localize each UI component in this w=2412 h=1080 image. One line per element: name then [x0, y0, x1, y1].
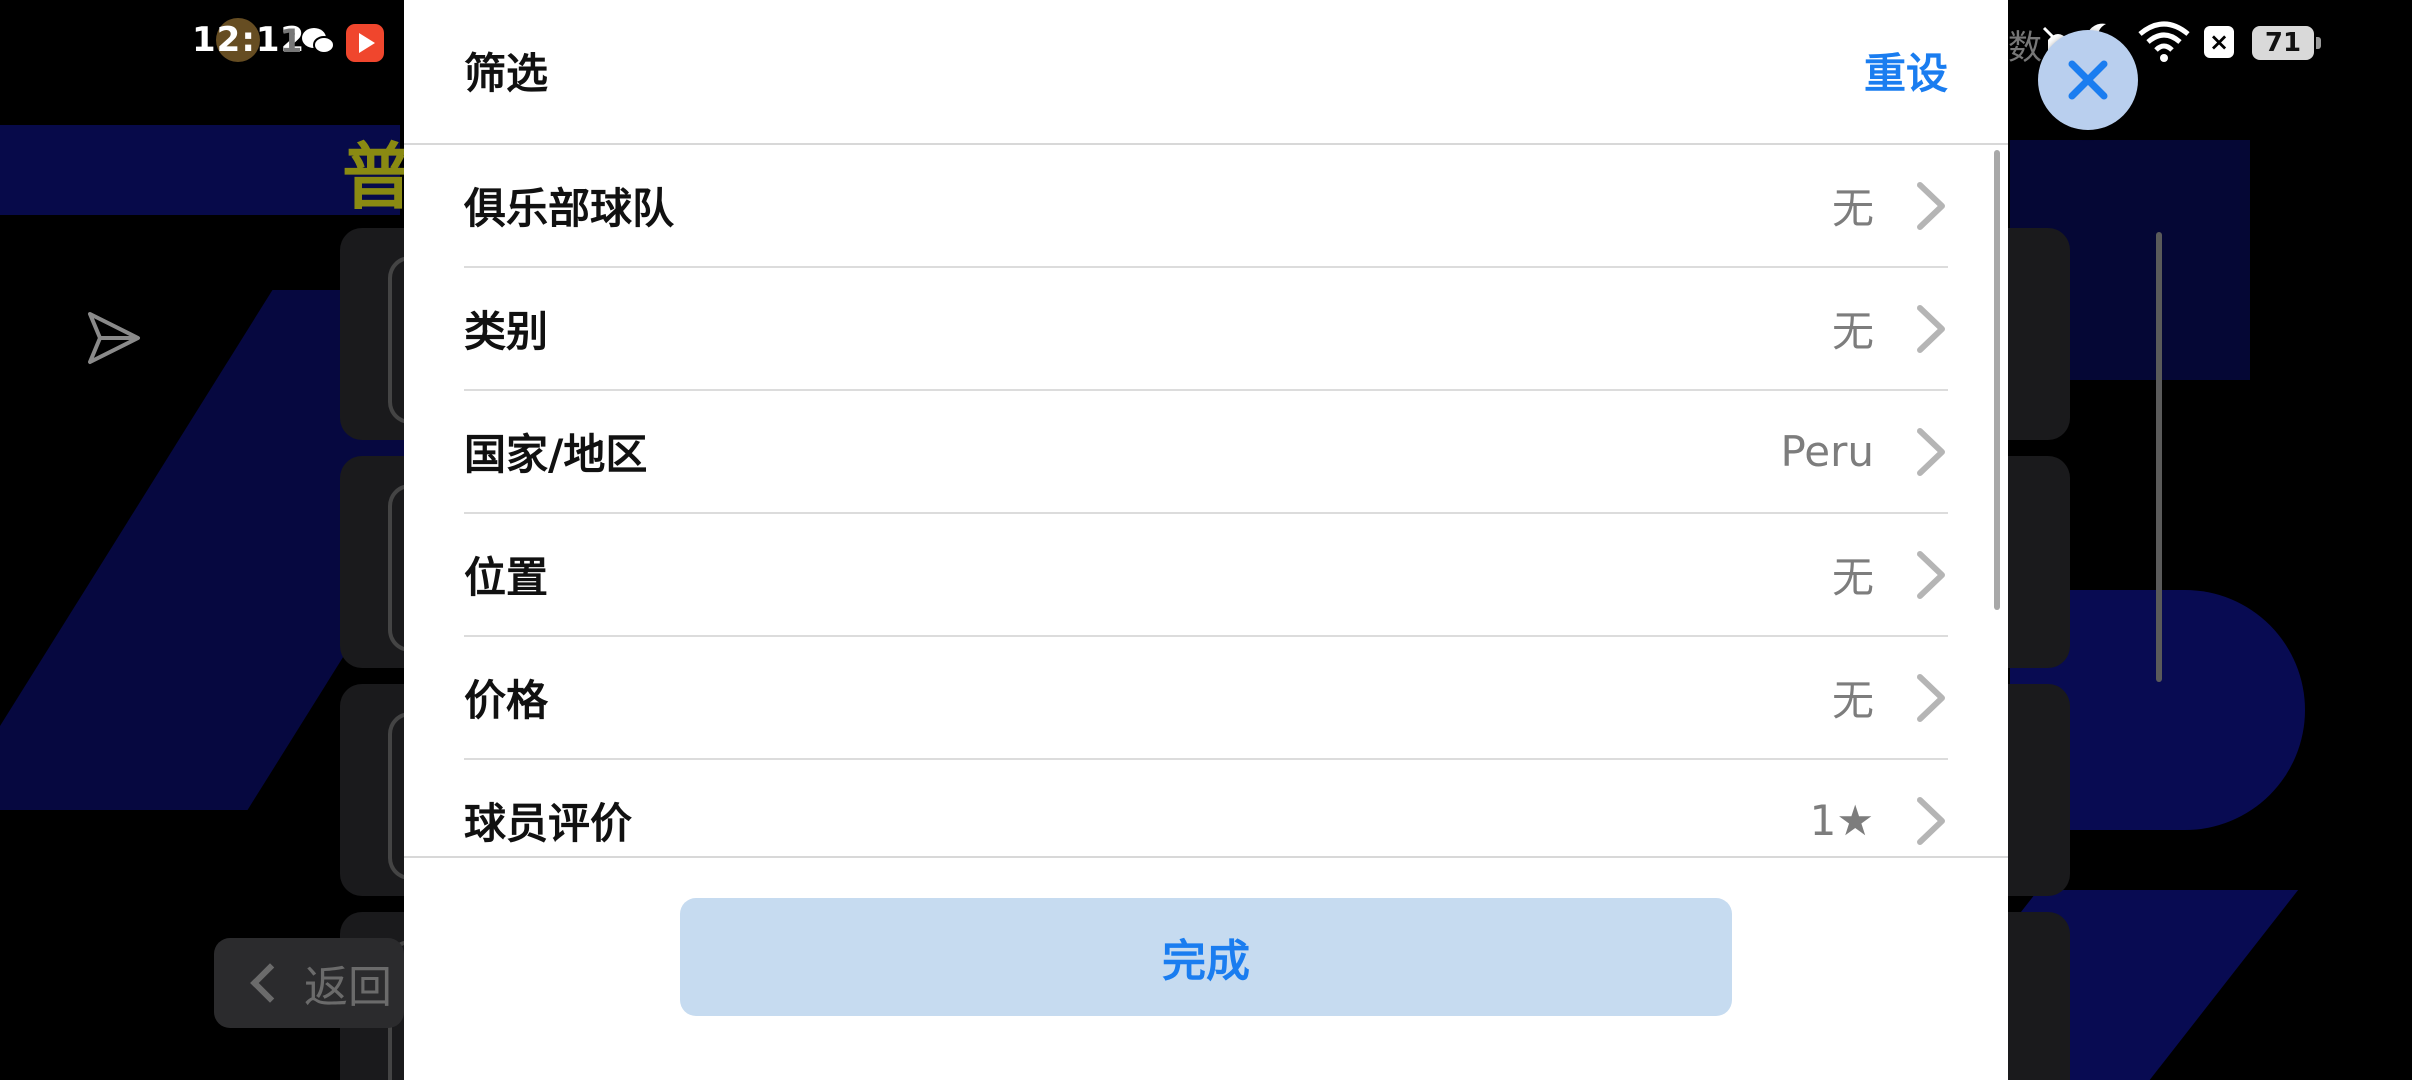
chevron-right-icon	[1917, 550, 1945, 599]
battery-icon: 71	[2252, 26, 2321, 60]
close-icon	[2068, 60, 2108, 100]
chevron-right-icon	[1917, 673, 1945, 722]
filter-row-label: 位置	[464, 553, 549, 602]
filter-row-position[interactable]: 位置 无	[464, 514, 1948, 637]
filter-row-category[interactable]: 类别 无	[464, 268, 1948, 391]
chevron-right-icon	[1917, 304, 1945, 353]
list-scrollbar[interactable]	[1994, 150, 2000, 610]
chevron-right-icon	[1917, 796, 1945, 845]
filter-row-label: 俱乐部球队	[464, 184, 675, 233]
filter-row-rating[interactable]: 球员评价 1★	[464, 760, 1948, 857]
filter-row-value: 无	[1831, 553, 1874, 602]
filter-list: 俱乐部球队 无 类别 无 国家/地区 Peru 位置 无 价格 无 球员评价 1…	[464, 145, 1948, 857]
wifi-icon	[2138, 21, 2190, 62]
filter-row-country[interactable]: 国家/地区 Peru	[464, 391, 1948, 514]
sheet-title: 筛选	[464, 49, 549, 98]
chevron-right-icon	[1917, 427, 1945, 476]
filter-row-value: 无	[1831, 307, 1874, 356]
screen: 普 返回 12:12 1 数 × 71 筛选 重设 俱乐部球队 无 类别 无 国…	[0, 0, 2412, 1080]
chevron-left-icon	[250, 963, 290, 1003]
notification-count: 1	[280, 22, 303, 60]
sheet-footer: 完成	[404, 856, 2008, 1080]
filter-sheet: 筛选 重设 俱乐部球队 无 类别 无 国家/地区 Peru 位置 无 价格 无 …	[404, 0, 2008, 1080]
wechat-icon	[302, 28, 335, 54]
filter-row-label: 国家/地区	[464, 430, 648, 479]
back-button-label: 返回	[304, 962, 392, 1013]
filter-row-value: 1★	[1809, 796, 1874, 845]
video-app-icon	[346, 24, 384, 62]
filter-row-club[interactable]: 俱乐部球队 无	[464, 145, 1948, 268]
filter-row-value: 无	[1831, 676, 1874, 725]
sheet-header: 筛选 重设	[404, 0, 2008, 145]
filter-row-price[interactable]: 价格 无	[464, 637, 1948, 760]
filter-row-label: 球员评价	[464, 799, 633, 848]
done-button[interactable]: 完成	[680, 898, 1732, 1016]
close-button[interactable]	[2038, 30, 2138, 130]
background-scrollbar	[2156, 232, 2162, 682]
chevron-right-icon	[1917, 181, 1945, 230]
filter-row-label: 类别	[464, 307, 549, 356]
send-icon[interactable]	[84, 308, 144, 368]
status-network-label: 数	[2008, 28, 2042, 68]
back-button[interactable]: 返回	[214, 938, 404, 1028]
reset-button[interactable]: 重设	[1864, 40, 1948, 101]
filter-row-label: 价格	[464, 676, 549, 725]
background-shape	[0, 125, 400, 215]
filter-row-value: Peru	[1780, 427, 1874, 476]
close-notification-icon: ×	[2204, 26, 2234, 58]
filter-row-value: 无	[1831, 184, 1874, 233]
